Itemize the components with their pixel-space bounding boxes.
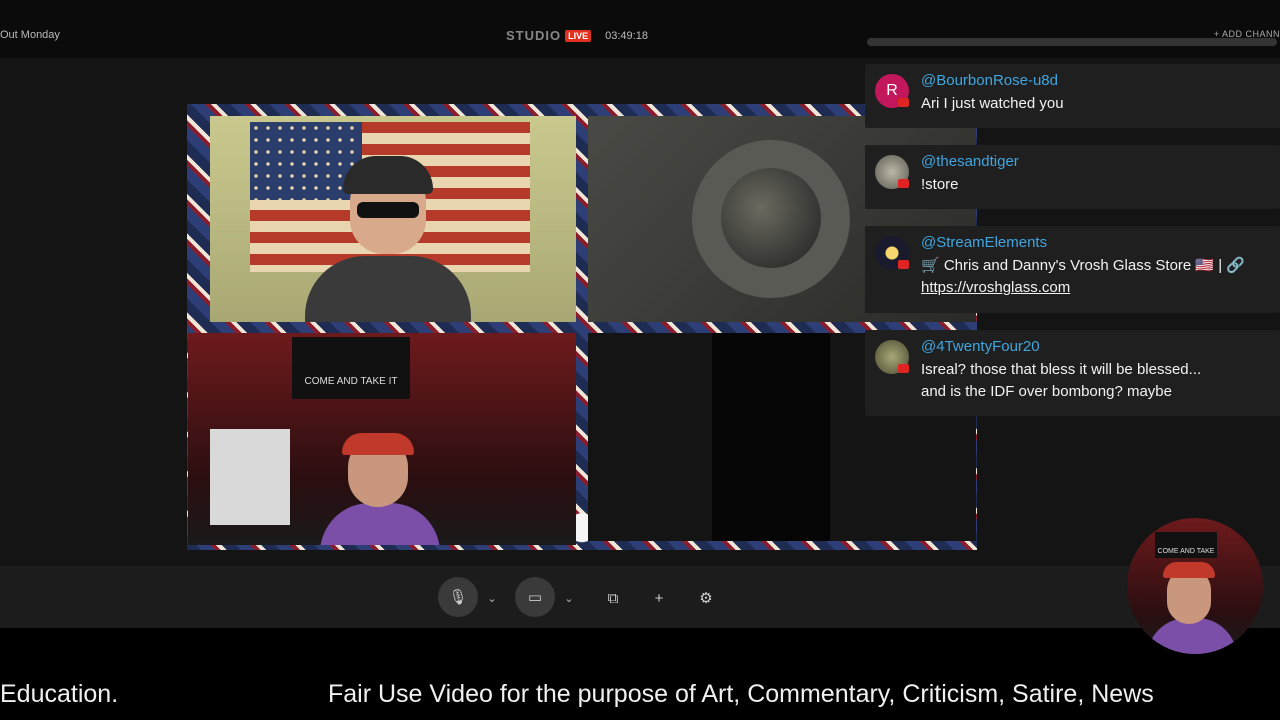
camera-tile-shop-guest[interactable]: COME AND TAKE IT xyxy=(188,333,576,545)
camera-icon[interactable]: ▭ xyxy=(515,577,555,617)
camera-tile-host[interactable] xyxy=(210,116,576,322)
tool-cabinet xyxy=(210,429,290,525)
store-link[interactable]: https://vroshglass.com xyxy=(921,277,1271,299)
dark-video-feed xyxy=(712,333,830,541)
stream-title-fragment: Out Monday xyxy=(0,29,60,41)
come-and-take-it-banner: COME AND TAKE IT xyxy=(292,337,410,399)
chat-text-line: and is the IDF over bombong? maybe xyxy=(921,383,1172,400)
guest-shirt xyxy=(320,503,440,545)
guest-cap xyxy=(342,433,414,455)
studio-header: STUDIO LIVE 03:49:18 xyxy=(506,28,648,43)
chat-username: @4TwentyFour20 xyxy=(921,338,1040,355)
youtube-icon xyxy=(898,364,909,373)
chat-message: @4TwentyFour20 Isreal? those that bless … xyxy=(865,330,1280,416)
controls-bar: 🎙 ⌄ ▭ ⌄ ⧉ + ⚙ xyxy=(0,566,1280,628)
chat-message: @thesandtiger !store xyxy=(865,145,1280,209)
live-badge: LIVE xyxy=(565,29,592,42)
chevron-down-icon[interactable]: ⌄ xyxy=(559,580,579,616)
pip-banner: COME AND TAKE IT xyxy=(1155,532,1217,595)
ticker-segment: Education. xyxy=(0,680,119,708)
shop-guest-person xyxy=(320,433,440,545)
guest-avatar xyxy=(721,168,821,268)
gear-icon[interactable]: ⚙ xyxy=(688,580,724,616)
host-hat xyxy=(343,156,433,194)
chat-text-line: Isreal? those that bless it will be bles… xyxy=(921,361,1202,378)
disclaimer-ticker: Education. Fair Use Video for the purpos… xyxy=(0,666,1280,720)
host-person xyxy=(305,146,471,322)
chat-scroll-edge xyxy=(867,38,1277,46)
chat-text: Ari I just watched you xyxy=(921,95,1064,112)
stream-timer: 03:49:18 xyxy=(605,29,648,42)
host-sunglasses xyxy=(357,202,419,218)
chat-username: @StreamElements xyxy=(921,234,1048,251)
studio-logo: STUDIO xyxy=(506,28,562,43)
chat-text: !store xyxy=(921,176,959,193)
plus-icon[interactable]: + xyxy=(641,580,677,616)
chat-username: @thesandtiger xyxy=(921,153,1019,170)
chevron-down-icon[interactable]: ⌄ xyxy=(482,580,502,616)
chat-text: Isreal? those that bless it will be bles… xyxy=(921,359,1271,403)
host-body xyxy=(305,256,471,322)
youtube-icon xyxy=(898,98,909,107)
youtube-icon xyxy=(898,260,909,269)
chat-text: 🛒 Chris and Danny's Vrosh Glass Store 🇺🇸… xyxy=(921,255,1271,299)
chat-message: @StreamElements 🛒 Chris and Danny's Vros… xyxy=(865,226,1280,313)
screen-share-icon[interactable]: ⧉ xyxy=(595,580,631,616)
ticker-segment: Fair Use Video for the purpose of Art, C… xyxy=(328,680,1154,708)
chat-text-line: 🛒 Chris and Danny's Vrosh Glass Store 🇺🇸… xyxy=(921,257,1246,274)
chat-username: @BourbonRose-u8d xyxy=(921,72,1058,89)
microphone-icon[interactable]: 🎙 xyxy=(438,577,478,617)
pip-cap xyxy=(1163,562,1215,578)
pip-camera[interactable]: COME AND TAKE IT xyxy=(1127,518,1263,654)
youtube-icon xyxy=(898,179,909,188)
chat-message: R @BourbonRose-u8d Ari I just watched yo… xyxy=(865,64,1280,128)
chat-overlay: R @BourbonRose-u8d Ari I just watched yo… xyxy=(865,38,1280,418)
